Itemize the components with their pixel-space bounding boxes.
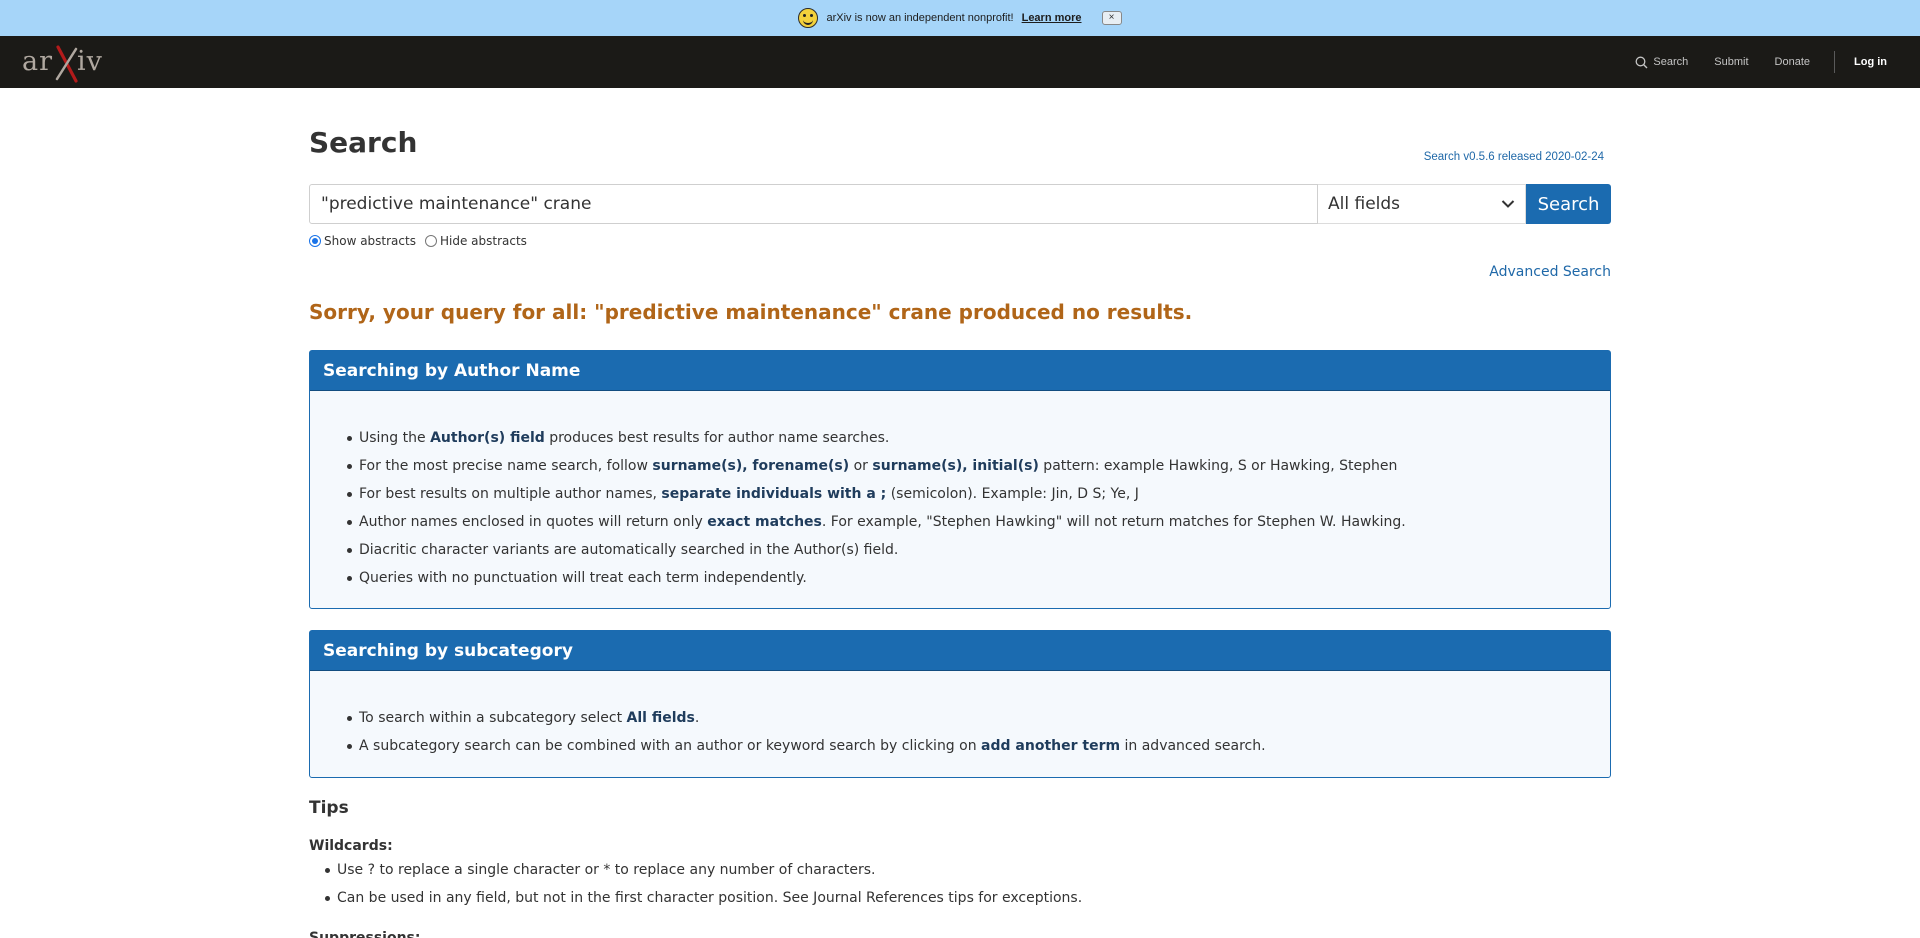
author-panel-title: Searching by Author Name xyxy=(310,351,1610,391)
list-item: Use ? to replace a single character or *… xyxy=(324,856,1082,884)
search-icon xyxy=(1635,56,1648,68)
no-results-message: Sorry, your query for all: "predictive m… xyxy=(309,300,1193,324)
wildcards-title: Wildcards: xyxy=(309,838,393,854)
search-input[interactable]: "predictive maintenance" crane xyxy=(309,184,1318,224)
list-item: Using the Author(s) field produces best … xyxy=(347,424,1610,452)
nav-donate[interactable]: Donate xyxy=(1775,56,1810,68)
subcategory-panel-title: Searching by subcategory xyxy=(310,631,1610,671)
list-item: Diacritic character variants are automat… xyxy=(347,536,1610,564)
banner-message: arXiv is now an independent nonprofit! xyxy=(826,12,1014,24)
close-banner-button[interactable]: × xyxy=(1101,11,1122,25)
author-name-panel: Searching by Author Name Using the Autho… xyxy=(309,350,1611,609)
nav-submit[interactable]: Submit xyxy=(1714,56,1748,68)
field-select[interactable]: All fields xyxy=(1318,184,1526,224)
wildcards-list: Use ? to replace a single character or *… xyxy=(324,856,1082,912)
field-select-value: All fields xyxy=(1328,194,1401,214)
tips-title: Tips xyxy=(309,798,349,818)
list-item: Can be used in any field, but not in the… xyxy=(324,884,1082,912)
advanced-search-link[interactable]: Advanced Search xyxy=(1489,264,1611,280)
list-item: Author names enclosed in quotes will ret… xyxy=(347,508,1610,536)
list-item: For best results on multiple author name… xyxy=(347,480,1610,508)
nav-divider xyxy=(1834,51,1835,73)
search-form: "predictive maintenance" crane All field… xyxy=(309,184,1611,224)
nav-search[interactable]: Search xyxy=(1635,56,1688,69)
hide-abstracts-radio[interactable] xyxy=(424,235,437,247)
list-item: For the most precise name search, follow… xyxy=(347,452,1610,480)
svg-text:ar: ar xyxy=(22,46,53,77)
hide-abstracts-label[interactable]: Hide abstracts xyxy=(440,234,527,248)
list-item: To search within a subcategory select Al… xyxy=(347,704,1610,732)
announcement-banner: arXiv is now an independent nonprofit! L… xyxy=(0,0,1920,36)
version-link[interactable]: Search v0.5.6 released 2020-02-24 xyxy=(1424,151,1604,163)
show-abstracts-label[interactable]: Show abstracts xyxy=(324,234,416,248)
header-nav: Search Submit Donate Log in xyxy=(1609,36,1887,88)
login-link[interactable]: Log in xyxy=(1854,56,1887,68)
chevron-down-icon xyxy=(1501,200,1515,208)
nav-search-label: Search xyxy=(1653,56,1689,68)
list-item: A subcategory search can be combined wit… xyxy=(347,732,1610,760)
list-item: Queries with no punctuation will treat e… xyxy=(347,564,1610,592)
site-header: ar iv Search Submit Donate Log in xyxy=(0,36,1920,88)
arxiv-logo[interactable]: ar iv xyxy=(22,43,114,83)
subcategory-panel: Searching by subcategory To search withi… xyxy=(309,630,1611,778)
search-button[interactable]: Search xyxy=(1526,184,1611,224)
show-abstracts-radio[interactable] xyxy=(309,235,321,247)
author-tips-list: Using the Author(s) field produces best … xyxy=(310,391,1610,592)
abstract-toggle: Show abstracts Hide abstracts xyxy=(309,234,536,248)
page-title: Search xyxy=(309,126,418,159)
smiley-icon xyxy=(798,8,819,28)
suppressions-title: Suppressions: xyxy=(309,930,421,938)
svg-text:iv: iv xyxy=(77,46,103,77)
subcategory-tips-list: To search within a subcategory select Al… xyxy=(310,671,1610,760)
learn-more-link[interactable]: Learn more xyxy=(1022,12,1082,24)
